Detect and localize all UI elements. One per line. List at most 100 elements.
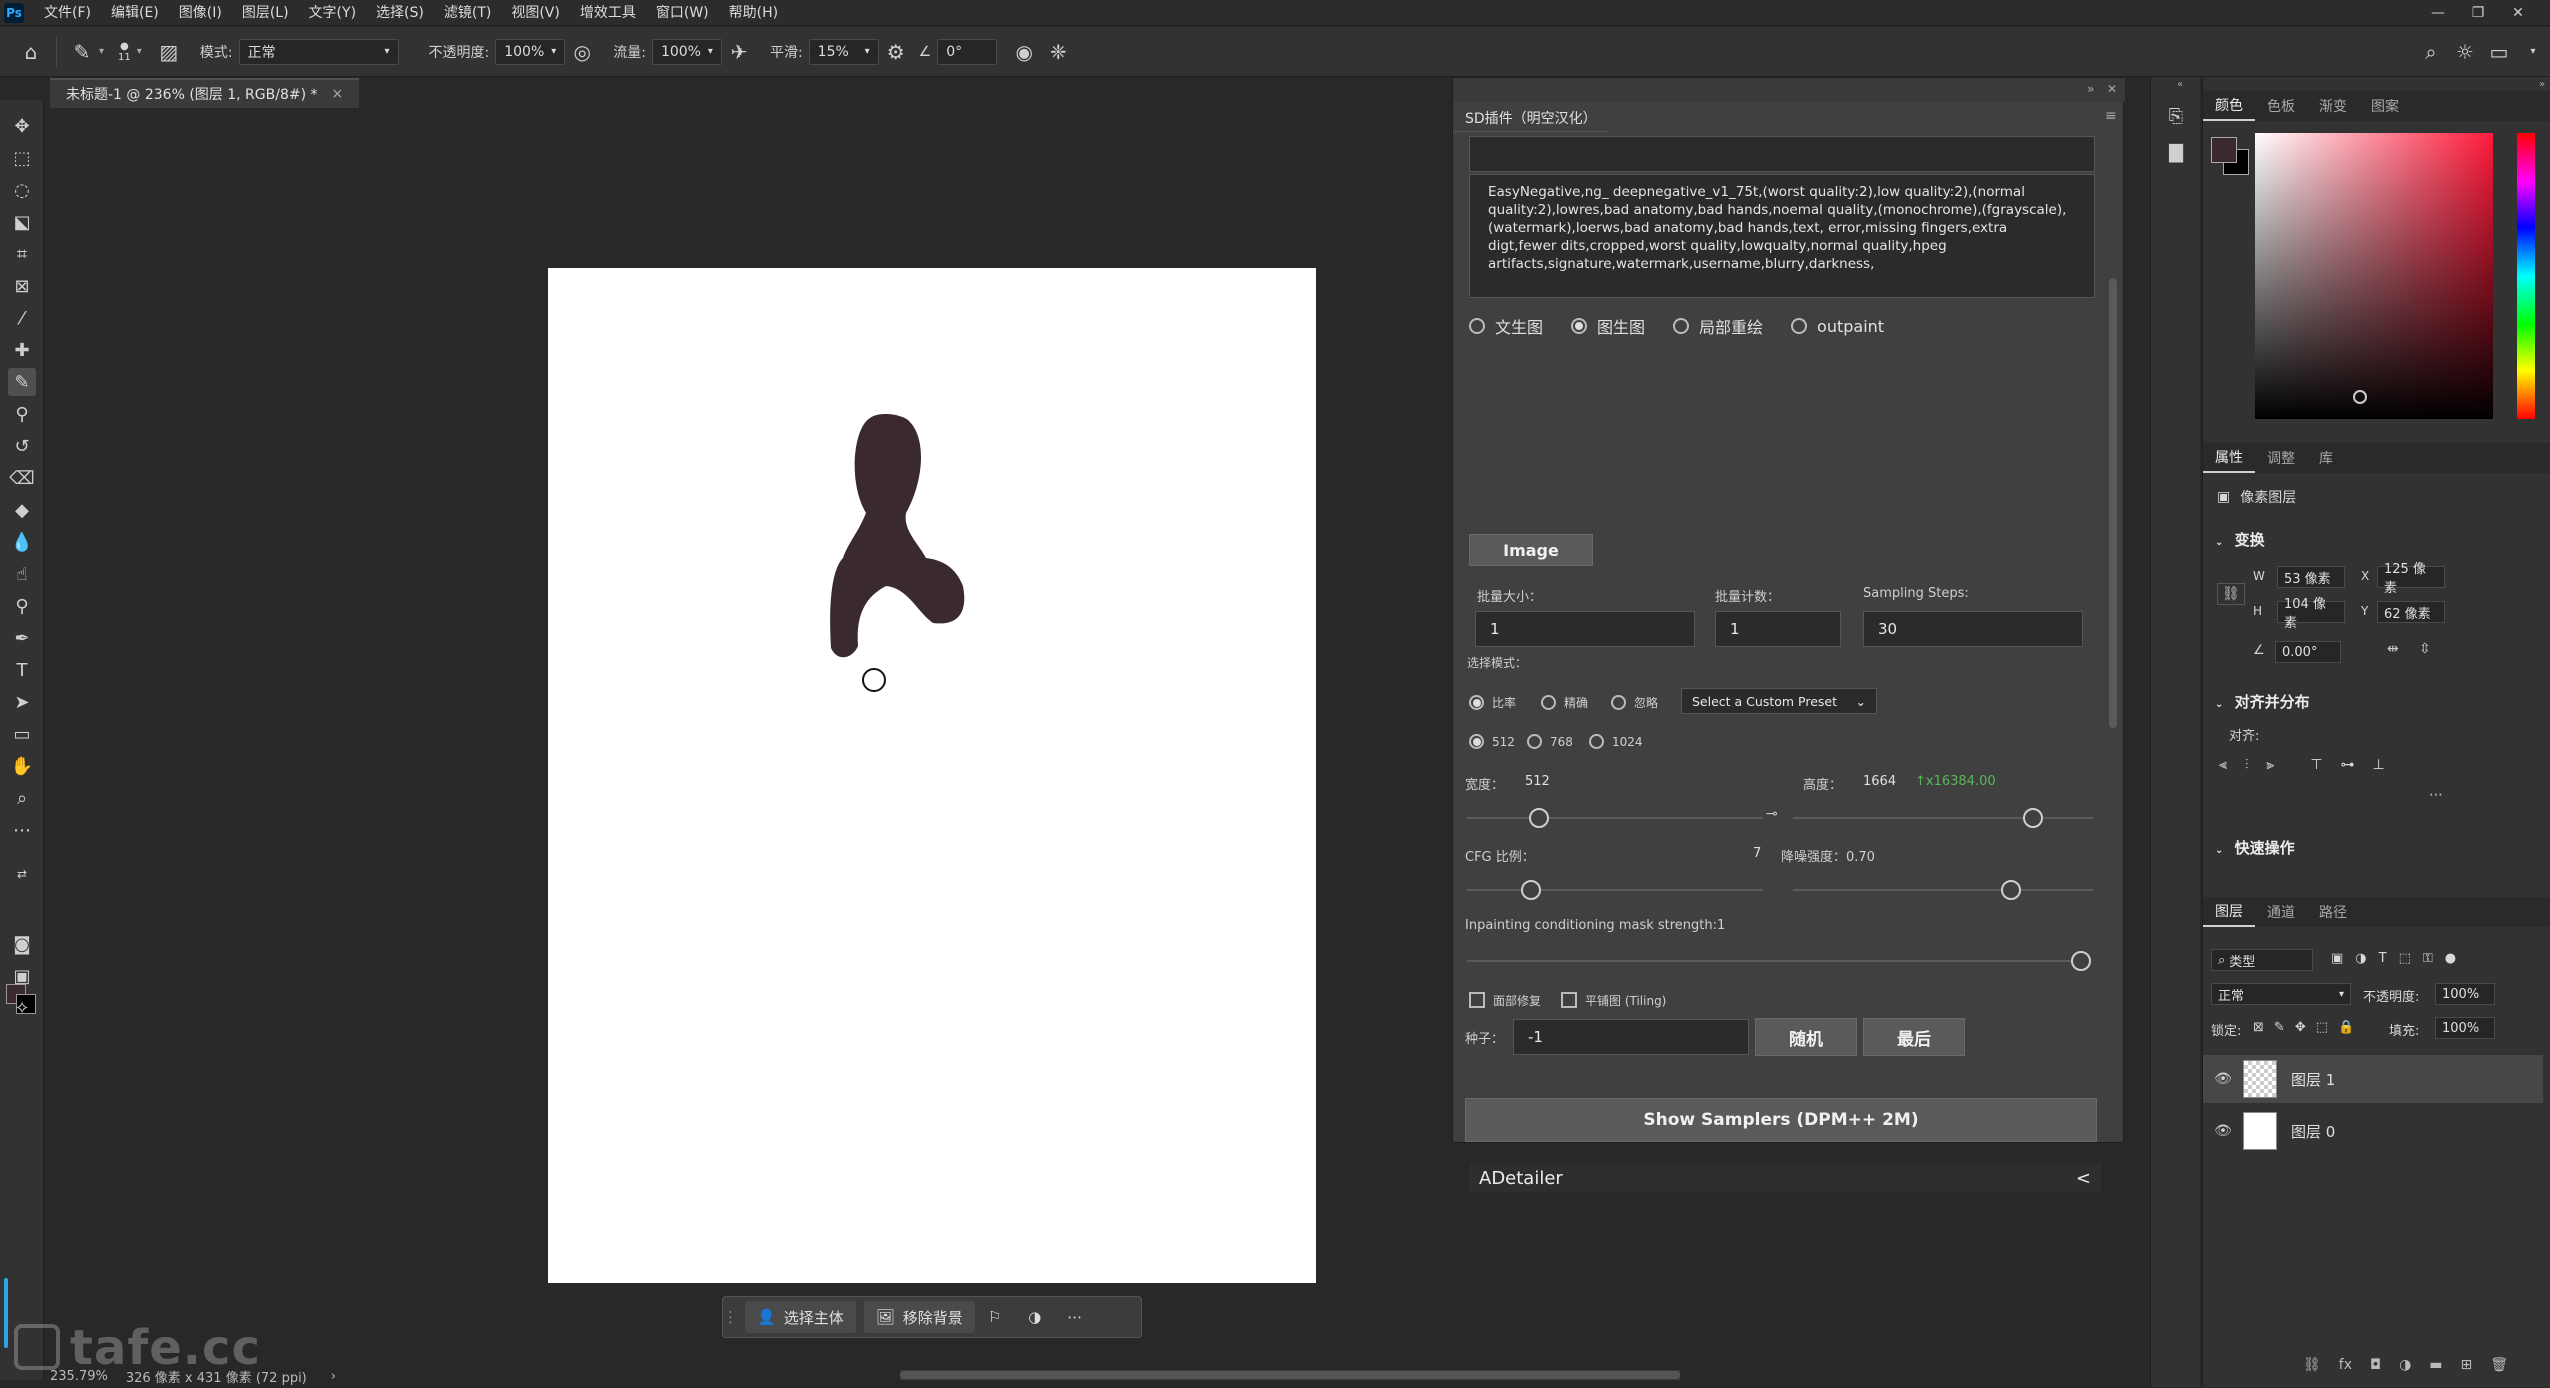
brush-tool-icon[interactable]: ✎ [8, 368, 36, 396]
object-select-tool-icon[interactable]: ⬕ [8, 208, 36, 236]
cfg-slider-knob[interactable] [1521, 880, 1541, 900]
angle-input[interactable]: 0° [937, 38, 998, 65]
lock-paint-icon[interactable]: ✎ [2274, 1020, 2285, 1035]
eyedropper-tool-icon[interactable]: ⁄ [8, 304, 36, 332]
select-subject-button[interactable]: 👤 选择主体 [745, 1301, 856, 1333]
flip-vertical-icon[interactable]: ⇳ [2419, 641, 2431, 657]
symmetry-icon[interactable]: ❈ [1041, 35, 1075, 69]
menu-type[interactable]: 文字(Y) [299, 0, 366, 26]
opacity-input[interactable]: 100% ▾ [495, 38, 566, 65]
expand-icon[interactable]: « [2177, 79, 2183, 90]
radio-512[interactable] [1469, 734, 1484, 749]
new-layer-icon[interactable]: ⊞ [2461, 1357, 2473, 1373]
filter-toggle-icon[interactable]: ● [2445, 951, 2456, 966]
x-field[interactable]: 125 像素 [2377, 562, 2445, 596]
plugin-icon[interactable]: ⎘ [2163, 103, 2189, 129]
lock-position-icon[interactable]: ✥ [2295, 1020, 2306, 1035]
y-field[interactable]: 62 像素 [2377, 601, 2445, 623]
foreground-color-swatch[interactable] [2211, 137, 2237, 163]
filter-adjust-icon[interactable]: ◑ [2355, 951, 2366, 966]
adetailer-section[interactable]: ADetailer < [1469, 1160, 2101, 1192]
mask-strength-track[interactable] [1467, 960, 2083, 962]
document-canvas[interactable] [548, 268, 1316, 1283]
eraser-tool-icon[interactable]: ⌫ [8, 464, 36, 492]
filter-type-icon[interactable]: T [2379, 951, 2387, 966]
menu-filter[interactable]: 滤镜(T) [434, 0, 501, 26]
hand-tool-icon[interactable]: ✋ [8, 752, 36, 780]
height-slider-track[interactable] [1793, 817, 2093, 819]
smooth-input[interactable]: 15% ▾ [808, 38, 879, 65]
menu-edit[interactable]: 编辑(E) [101, 0, 169, 26]
fill-input[interactable]: 100% [2435, 1017, 2495, 1039]
fx-icon[interactable]: fx [2339, 1357, 2352, 1373]
filter-shape-icon[interactable]: ⬚ [2399, 951, 2411, 966]
bucket-tool-icon[interactable]: ◆ [8, 496, 36, 524]
align-section-title[interactable]: ⌄ 对齐并分布 [2215, 691, 2310, 712]
healing-tool-icon[interactable]: ✚ [8, 336, 36, 364]
sd-scroll-thumb[interactable] [2109, 278, 2117, 728]
tab-swatches[interactable]: 色板 [2255, 91, 2307, 121]
collapse-icon[interactable]: » [2539, 79, 2545, 90]
menu-image[interactable]: 图像(I) [169, 0, 232, 26]
scale-ignore-option[interactable]: 忽略 [1611, 694, 1658, 711]
angle-field[interactable]: 0.00° [2275, 641, 2341, 663]
document-tab[interactable]: 未标题-1 @ 236% (图层 1, RGB/8#) * × [50, 78, 360, 108]
panel-menu-icon[interactable]: ≡ [2105, 108, 2117, 124]
lasso-tool-icon[interactable]: ◌ [8, 176, 36, 204]
height-field[interactable]: 104 像素 [2277, 597, 2345, 631]
delete-layer-icon[interactable]: 🗑 [2490, 1357, 2508, 1373]
quick-actions-title[interactable]: ⌄ 快速操作 [2215, 837, 2295, 858]
scale-ratio-option[interactable]: 比率 [1469, 694, 1516, 711]
more-icon[interactable]: ⋯ [1055, 1308, 1095, 1326]
brush-tool-icon[interactable]: ✎ [65, 35, 99, 69]
align-center-v-icon[interactable]: ⊶ [2341, 757, 2355, 773]
chevron-down-icon[interactable]: ▾ [137, 46, 142, 57]
menu-plugins[interactable]: 增效工具 [570, 0, 646, 26]
pressure-size-icon[interactable]: ◉ [1007, 35, 1041, 69]
image-button[interactable]: Image [1469, 534, 1593, 566]
size-512-option[interactable]: 512 [1469, 734, 1515, 749]
dodge-tool-icon[interactable]: ⚲ [8, 592, 36, 620]
stamp-tool-icon[interactable]: ⚲ [8, 400, 36, 428]
layer-row[interactable]: 👁 图层 0 [2203, 1107, 2543, 1155]
align-center-h-icon[interactable]: ⫶ [2245, 757, 2249, 773]
flip-horizontal-icon[interactable]: ⇹ [2387, 641, 2399, 657]
generative-icon[interactable]: ✧ [8, 994, 36, 1022]
layer-row[interactable]: 👁 图层 1 [2203, 1055, 2543, 1103]
width-slider-track[interactable] [1467, 817, 1763, 819]
path-select-tool-icon[interactable]: ➤ [8, 688, 36, 716]
group-icon[interactable]: ▬ [2429, 1357, 2442, 1373]
denoise-slider-track[interactable] [1793, 889, 2093, 891]
link-layers-icon[interactable]: ⛓ [2303, 1357, 2321, 1373]
mode-select[interactable]: 正常 ▾ [238, 38, 399, 65]
type-tool-icon[interactable]: T [8, 656, 36, 684]
lock-artboard-icon[interactable]: ⬚ [2316, 1020, 2328, 1035]
swap-colors-icon[interactable]: ⇄ [8, 860, 36, 888]
adjustment-layer-icon[interactable]: ◑ [2399, 1357, 2411, 1373]
smudge-tool-icon[interactable]: ☝ [8, 560, 36, 588]
face-fix-checkbox[interactable] [1469, 992, 1485, 1008]
close-panel-icon[interactable]: ✕ [2107, 82, 2117, 96]
align-right-icon[interactable]: ⫸ [2266, 757, 2274, 773]
menu-help[interactable]: 帮助(H) [719, 0, 788, 26]
cfg-slider-track[interactable] [1467, 889, 1763, 891]
chevron-down-icon[interactable]: ▾ [2516, 35, 2550, 69]
tab-patterns[interactable]: 图案 [2359, 91, 2411, 121]
radio-outpaint[interactable] [1791, 318, 1808, 334]
brush-settings-icon[interactable]: ▨ [152, 35, 186, 69]
link-dimensions-icon[interactable]: ⊸ [1766, 806, 1778, 822]
home-icon[interactable]: ⌂ [14, 35, 48, 69]
pressure-opacity-icon[interactable]: ◎ [565, 35, 599, 69]
hue-slider[interactable] [2517, 133, 2535, 419]
tab-libraries[interactable]: 库 [2307, 443, 2345, 473]
radio-inpaint[interactable] [1673, 318, 1690, 334]
radio-exact[interactable] [1541, 695, 1556, 710]
remove-background-button[interactable]: 🖼 移除背景 [863, 1301, 975, 1333]
crop-tool-icon[interactable]: ⌗ [8, 240, 36, 268]
rectangle-tool-icon[interactable]: ▭ [8, 720, 36, 748]
gear-icon[interactable]: ⚙ [879, 35, 913, 69]
search-icon[interactable]: ⌕ [2414, 35, 2448, 69]
radio-ratio[interactable] [1469, 695, 1484, 710]
negative-prompt-input[interactable]: EasyNegative,ng_ deepnegative_v1_75t,(wo… [1469, 174, 2095, 298]
width-field[interactable]: 53 像素 [2277, 566, 2345, 588]
